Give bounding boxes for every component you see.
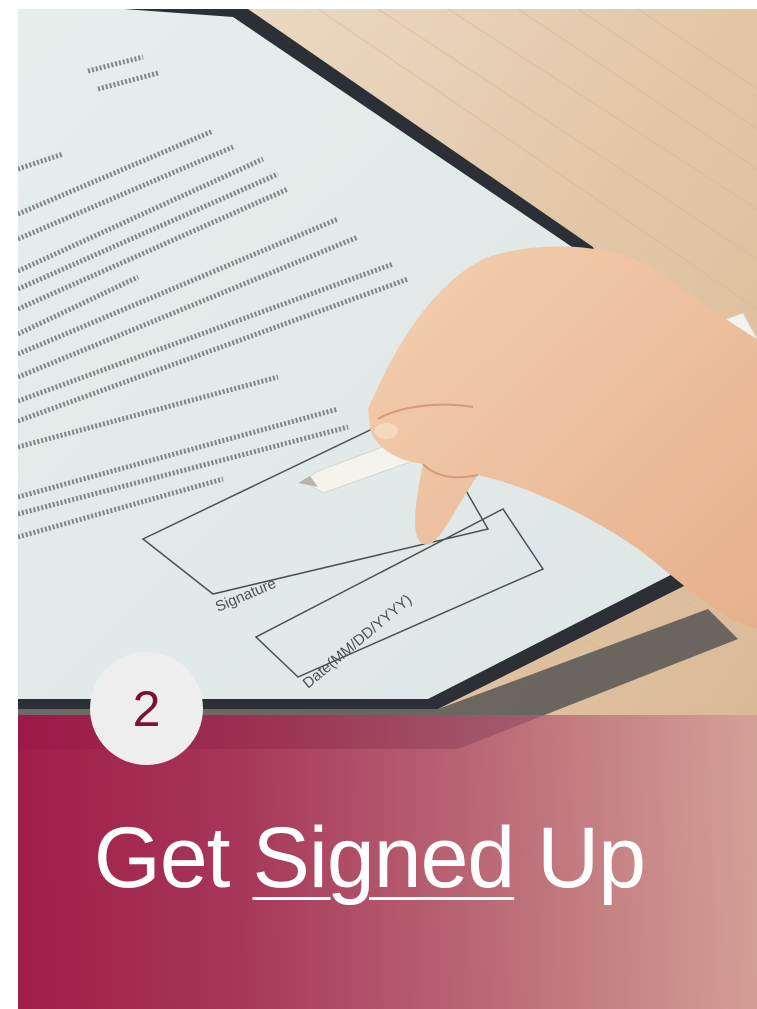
- step-number: 2: [132, 680, 161, 737]
- title-prefix: Get: [93, 810, 253, 906]
- title-suffix: Up: [514, 810, 646, 906]
- title-emphasis: Signed: [252, 810, 515, 906]
- step-number-badge: 2: [90, 652, 203, 765]
- page-title: Get Signed Up: [0, 808, 739, 908]
